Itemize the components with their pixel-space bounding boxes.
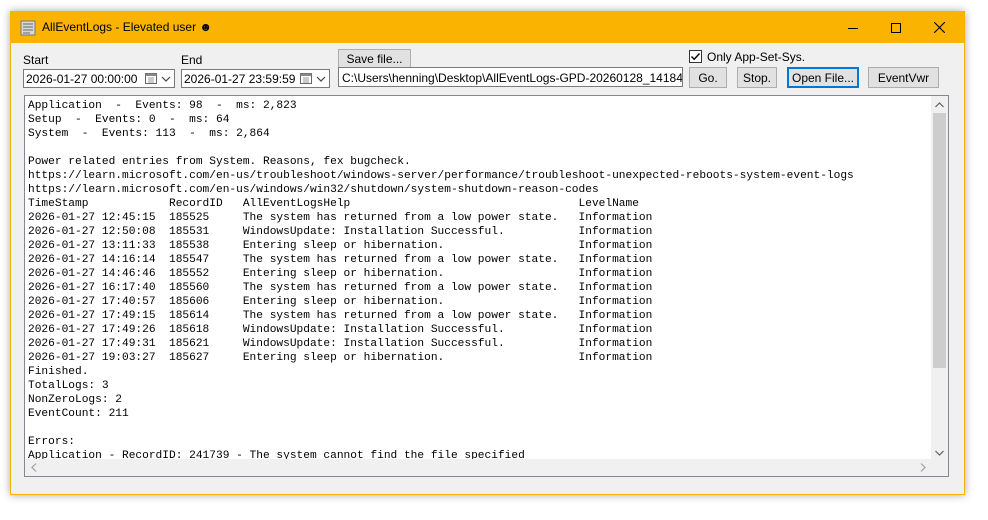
calendar-icon[interactable] [300, 72, 312, 84]
close-button[interactable] [917, 12, 962, 43]
save-file-button[interactable]: Save file... [338, 49, 411, 68]
output-path-field[interactable]: C:\Users\henning\Desktop\AllEventLogs-GP… [338, 67, 683, 87]
start-datetime-picker[interactable]: 2026-01-27 00:00:00 [23, 69, 175, 88]
chevron-down-icon[interactable] [161, 74, 171, 84]
scroll-left-button[interactable] [25, 459, 42, 476]
start-datetime-value: 2026-01-27 00:00:00 [26, 72, 138, 86]
scroll-right-button[interactable] [914, 459, 931, 476]
stop-button[interactable]: Stop. [737, 67, 777, 88]
chevron-left-icon [30, 463, 36, 472]
end-label: End [181, 53, 203, 67]
horizontal-scrollbar[interactable] [25, 459, 931, 476]
maximize-button[interactable] [873, 12, 918, 43]
output-path-value: C:\Users\henning\Desktop\AllEventLogs-GP… [342, 71, 683, 85]
maximize-icon [890, 22, 901, 33]
only-app-set-sys-label: Only App-Set-Sys. [707, 50, 806, 64]
vertical-scrollbar[interactable] [931, 96, 948, 461]
vertical-scroll-thumb[interactable] [933, 113, 946, 368]
eventvwr-button[interactable]: EventVwr [868, 67, 939, 88]
calendar-icon[interactable] [145, 72, 157, 84]
only-app-set-sys-checkbox[interactable] [689, 50, 702, 63]
close-icon [934, 22, 945, 33]
minimize-icon [847, 27, 858, 29]
start-label: Start [23, 53, 49, 67]
window-title: AllEventLogs - Elevated user ☻ [42, 20, 213, 34]
scroll-up-button[interactable] [931, 96, 948, 113]
app-icon [20, 20, 36, 36]
log-text: Application - Events: 98 - ms: 2,823 Set… [28, 100, 854, 462]
end-datetime-picker[interactable]: 2026-01-27 23:59:59 [181, 69, 330, 88]
chevron-down-icon[interactable] [316, 74, 326, 84]
go-button[interactable]: Go. [689, 67, 727, 88]
main-window: AllEventLogs - Elevated user ☻ Start 202… [10, 11, 965, 495]
log-output[interactable]: Application - Events: 98 - ms: 2,823 Set… [24, 95, 949, 477]
title-bar[interactable]: AllEventLogs - Elevated user ☻ [11, 12, 964, 43]
checkmark-icon [691, 53, 701, 61]
chevron-up-icon [935, 101, 944, 107]
minimize-button[interactable] [830, 12, 875, 43]
chevron-down-icon [935, 450, 944, 456]
end-datetime-value: 2026-01-27 23:59:59 [184, 72, 296, 86]
chevron-right-icon [920, 463, 926, 472]
scrollbar-corner [931, 459, 948, 476]
open-file-button[interactable]: Open File... [787, 67, 859, 88]
